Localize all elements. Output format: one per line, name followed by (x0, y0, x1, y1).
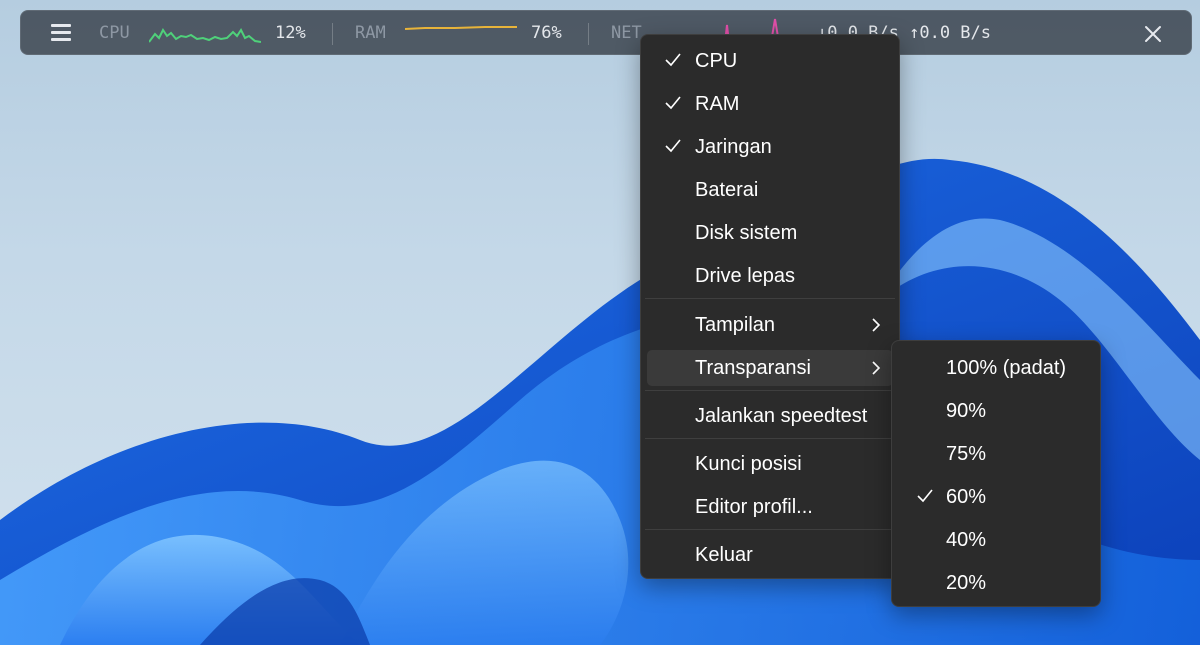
menu-item-label: Keluar (695, 544, 753, 566)
checkmark-icon (665, 139, 681, 153)
menu-item-ram[interactable]: RAM (647, 86, 893, 122)
menu-item-battery[interactable]: Baterai (647, 172, 893, 208)
submenu-item-label: 40% (946, 529, 987, 551)
menu-item-network[interactable]: Jaringan (647, 129, 893, 165)
checkmark-icon (917, 489, 933, 503)
submenu-item-40[interactable]: 40% (898, 522, 1094, 558)
ram-sparkline (405, 26, 517, 30)
divider (332, 23, 333, 45)
menu-item-cpu[interactable]: CPU (647, 43, 893, 79)
submenu-item-60[interactable]: 60% (898, 479, 1094, 515)
menu-divider (645, 298, 895, 299)
submenu-item-20[interactable]: 20% (898, 565, 1094, 601)
checkmark-icon (665, 53, 681, 67)
menu-item-removable-drive[interactable]: Drive lepas (647, 258, 893, 294)
menu-item-label: CPU (695, 50, 738, 72)
menu-item-transparency[interactable]: Transparansi (647, 350, 893, 386)
transparency-submenu: 100% (padat) 90% 75% 60% 40% 20% (891, 340, 1101, 607)
ram-value: 76% (531, 23, 562, 43)
menu-item-label: RAM (695, 93, 740, 115)
checkmark-icon (665, 96, 681, 110)
cpu-value: 12% (275, 23, 306, 43)
menu-item-label: Drive lepas (695, 265, 796, 287)
menu-item-exit[interactable]: Keluar (647, 537, 893, 573)
chevron-right-icon (872, 361, 881, 375)
menu-item-label: Editor profil... (695, 496, 813, 518)
net-label: NET (611, 23, 642, 43)
hamburger-menu-icon[interactable] (51, 24, 71, 42)
menu-item-label: Tampilan (695, 314, 776, 336)
close-icon[interactable] (1141, 22, 1165, 46)
submenu-item-label: 20% (946, 572, 987, 594)
submenu-item-label: 75% (946, 443, 987, 465)
ram-label: RAM (355, 23, 386, 43)
menu-item-run-speedtest[interactable]: Jalankan speedtest (647, 398, 893, 434)
context-menu: CPU RAM Jaringan Baterai Disk sistem Dri… (640, 34, 900, 579)
menu-item-label: Baterai (695, 179, 759, 201)
cpu-sparkline (149, 28, 261, 43)
menu-item-label: Disk sistem (695, 222, 798, 244)
menu-item-label: Jaringan (695, 136, 772, 158)
system-monitor-bar: CPU 12% RAM 76% NET ↓0.0 B/s ↑0.0 B/s (20, 10, 1192, 55)
chevron-right-icon (872, 318, 881, 332)
menu-item-label: Transparansi (695, 357, 811, 379)
menu-item-lock-position[interactable]: Kunci posisi (647, 446, 893, 482)
menu-item-label: Jalankan speedtest (695, 405, 868, 427)
menu-divider (645, 438, 895, 439)
submenu-item-label: 90% (946, 400, 987, 422)
menu-divider (645, 529, 895, 530)
submenu-item-90[interactable]: 90% (898, 393, 1094, 429)
submenu-item-100[interactable]: 100% (padat) (898, 350, 1094, 386)
cpu-label: CPU (99, 23, 130, 43)
submenu-item-75[interactable]: 75% (898, 436, 1094, 472)
menu-item-label: Kunci posisi (695, 453, 802, 475)
divider (588, 23, 589, 45)
submenu-item-label: 100% (padat) (946, 357, 1067, 379)
menu-item-profile-editor[interactable]: Editor profil... (647, 489, 893, 525)
menu-item-display[interactable]: Tampilan (647, 307, 893, 343)
submenu-item-label: 60% (946, 486, 987, 508)
menu-divider (645, 390, 895, 391)
menu-item-system-disk[interactable]: Disk sistem (647, 215, 893, 251)
